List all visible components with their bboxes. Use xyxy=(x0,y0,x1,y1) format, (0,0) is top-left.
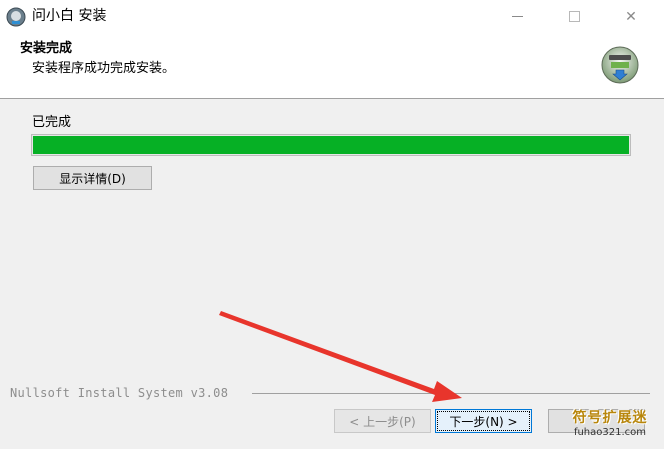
minimize-icon xyxy=(511,16,523,17)
page-title: 安装完成 xyxy=(20,41,73,56)
show-details-button[interactable]: 显示详情(D) xyxy=(33,166,152,190)
nsis-installer-icon xyxy=(601,46,639,84)
progress-bar-fill xyxy=(33,136,629,154)
watermark-title: 符号扩展迷 xyxy=(572,410,648,426)
progress-bar xyxy=(31,134,631,156)
next-button[interactable]: 下一步(N) > xyxy=(435,409,532,433)
page-header: 安装完成 安装程序成功完成安装。 xyxy=(0,33,664,99)
minimize-button[interactable] xyxy=(494,0,540,33)
close-icon: ✕ xyxy=(625,8,637,25)
title-bar: 问小白 安装 ✕ xyxy=(0,0,664,33)
maximize-button[interactable] xyxy=(551,0,597,33)
watermark: 符号扩展迷 fuhao321.com xyxy=(562,410,658,444)
close-button[interactable]: ✕ xyxy=(608,0,654,33)
maximize-icon xyxy=(568,11,580,22)
nsis-branding: Nullsoft Install System v3.08 xyxy=(10,386,229,400)
watermark-url: fuhao321.com xyxy=(573,427,647,438)
status-label: 已完成 xyxy=(32,115,72,130)
red-arrow-icon xyxy=(219,311,462,402)
back-button[interactable]: < 上一步(P) xyxy=(334,409,431,433)
app-icon xyxy=(6,7,26,27)
window-title: 问小白 安装 xyxy=(32,8,107,24)
branding-divider xyxy=(252,393,650,394)
page-subtitle: 安装程序成功完成安装。 xyxy=(32,61,176,76)
